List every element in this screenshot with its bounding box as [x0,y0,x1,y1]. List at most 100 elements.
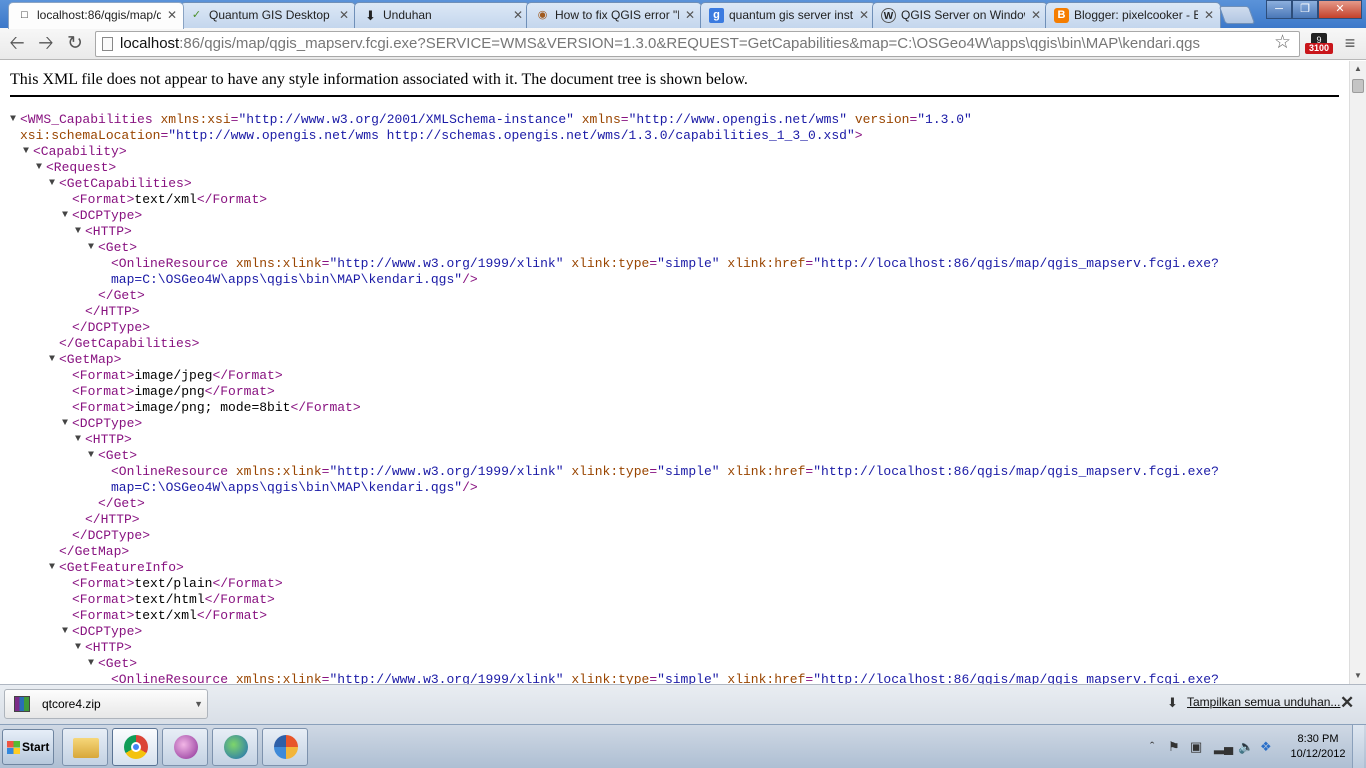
close-tab-icon[interactable]: ✕ [859,3,869,27]
restore-button[interactable]: ❐ [1292,0,1318,19]
tab-blogger[interactable]: B Blogger: pixelcooker - Bu ✕ [1045,2,1221,28]
show-desktop-button[interactable] [1352,725,1364,768]
tab-unduhan[interactable]: ⬇ Unduhan ✕ [354,2,530,28]
tab-how-to-fix[interactable]: ◉ How to fix QGIS error "En ✕ [526,2,702,28]
xml-line: </HTTP> [10,512,1345,528]
network-signal-icon[interactable]: ▂▄ [1214,740,1233,754]
extension-button[interactable]: 9 3100 [1305,33,1333,55]
collapse-triangle-icon[interactable]: ▼ [62,416,72,432]
xml-notice: This XML file does not appear to have an… [10,71,748,88]
start-button[interactable]: Start [2,729,54,765]
close-tab-icon[interactable]: ✕ [167,3,177,27]
collapse-triangle-icon[interactable]: ▼ [62,208,72,224]
xml-line-content: </GetCapabilities> [59,336,199,352]
clock[interactable]: 8:30 PM 10/12/2012 [1288,732,1348,762]
xml-line-content: <GetCapabilities> [59,176,192,192]
xml-token: </Format> [196,192,268,207]
xml-line-content: </Get> [98,496,145,512]
address-bar[interactable]: localhost:86/qgis/map/qgis_mapserv.fcgi.… [95,31,1300,57]
show-all-downloads-link[interactable]: ⬇ Tampilkan semua unduhan... [1167,695,1340,710]
xml-line: </GetCapabilities> [10,336,1345,352]
volume-icon[interactable]: 🔈 [1238,740,1254,754]
security-icon[interactable]: ❖ [1260,740,1272,754]
xml-line: ▼ <Get> [10,656,1345,672]
xml-line: ▼ <GetFeatureInfo> [10,560,1345,576]
close-window-button[interactable]: ✕ [1318,0,1362,19]
collapse-triangle-icon[interactable]: ▼ [75,224,85,240]
xml-token: <Format> [72,400,135,415]
download-icon: ⬇ [365,8,376,23]
xml-token: <DCPType> [72,208,143,223]
forward-button[interactable]: 🡢 [34,32,58,56]
xml-token: </Get> [98,496,145,511]
collapse-triangle-icon[interactable]: ▼ [23,144,33,160]
xml-line-content: </HTTP> [85,304,140,320]
collapse-triangle-icon[interactable]: ▼ [36,160,46,176]
collapse-triangle-icon[interactable]: ▼ [49,560,59,576]
vertical-scrollbar[interactable]: ▲ ▼ [1349,61,1366,684]
xml-token: = [649,464,658,479]
download-item[interactable]: qtcore4.zip ▼ [4,689,208,719]
close-tab-icon[interactable]: ✕ [513,3,523,27]
taskbar-file-explorer[interactable] [62,728,108,766]
xml-token: xlink:type [571,672,650,684]
scroll-thumb[interactable] [1352,79,1364,93]
xml-token: <DCPType> [72,624,143,639]
close-shelf-icon[interactable]: ✕ [1340,693,1354,713]
collapse-triangle-icon[interactable]: ▼ [88,448,98,464]
xml-token: </GetMap> [59,544,130,559]
taskbar-messenger[interactable] [162,728,208,766]
xml-token: </Get> [98,288,145,303]
collapse-triangle-icon[interactable]: ▼ [88,656,98,672]
wrench-menu-icon[interactable]: ≡ [1340,32,1360,54]
collapse-triangle-icon[interactable]: ▼ [62,624,72,640]
action-center-flag-icon[interactable]: ⚑ [1168,740,1180,754]
xml-line-content: <Get> [98,656,137,672]
xml-token: "simple" [657,464,720,479]
show-hidden-icons-icon[interactable]: ˆ [1150,740,1154,754]
close-tab-icon[interactable]: ✕ [1204,3,1214,27]
xml-line-content: <HTTP> [85,640,132,656]
xml-token: <OnlineResource [111,256,236,271]
collapse-triangle-icon[interactable]: ▼ [75,432,85,448]
close-tab-icon[interactable]: ✕ [339,3,349,27]
xml-line: ▼ <DCPType> [10,624,1345,640]
wordpress-icon: W [881,8,896,23]
new-tab-button[interactable] [1218,6,1256,24]
close-tab-icon[interactable]: ✕ [1031,3,1041,27]
xml-token: text/html [134,592,205,607]
collapse-triangle-icon[interactable]: ▼ [49,176,59,192]
tab-localhost[interactable]: □ localhost:86/qgis/map/qgis ✕ [8,2,184,29]
xml-token: "http://www.w3.org/1999/xlink" [329,256,564,271]
xml-token: "http://www.w3.org/2001/XMLSchema-instan… [238,112,574,127]
tab-google-search[interactable]: g quantum gis server install ✕ [700,2,876,28]
scroll-down-icon[interactable]: ▼ [1350,668,1366,684]
back-button[interactable]: 🡠 [5,32,29,56]
xml-token: "simple" [657,672,720,684]
collapse-triangle-icon[interactable]: ▼ [75,640,85,656]
tab-quantum-gis[interactable]: ✓ Quantum GIS Desktop - Q ✕ [180,2,356,28]
scroll-up-icon[interactable]: ▲ [1350,61,1366,77]
xml-token: "http://www.w3.org/1999/xlink" [329,464,564,479]
xml-line-content: <WMS_Capabilities xmlns:xsi="http://www.… [20,112,972,128]
chevron-down-icon[interactable]: ▼ [194,690,203,718]
minimize-button[interactable]: ─ [1266,0,1292,19]
xml-tree: ▼ <WMS_Capabilities xmlns:xsi="http://www… [10,112,1345,684]
reload-button[interactable]: ↻ [63,32,87,56]
taskbar-browser[interactable] [262,728,308,766]
xml-token: "http://localhost:86/qgis/map/qgis_mapse… [813,672,1219,684]
collapse-triangle-icon[interactable]: ▼ [10,112,20,128]
xml-token: <WMS_Capabilities [20,112,161,127]
collapse-triangle-icon[interactable]: ▼ [49,352,59,368]
collapse-triangle-icon[interactable]: ▼ [88,240,98,256]
taskbar-chrome[interactable] [112,728,158,766]
tab-qgis-server[interactable]: W QGIS Server on Windows ✕ [872,2,1048,28]
device-icon[interactable]: ▣ [1190,740,1202,754]
xml-line-content: map=C:\OSGeo4W\apps\qgis\bin\MAP\kendari… [111,272,478,288]
xml-token: xlink:href [727,464,806,479]
xml-token: xlink:href [727,672,806,684]
close-tab-icon[interactable]: ✕ [685,3,695,27]
bookmark-star-icon[interactable]: ☆ [1274,32,1291,54]
xml-line: ▼ <Get> [10,240,1345,256]
taskbar-download-manager[interactable] [212,728,258,766]
